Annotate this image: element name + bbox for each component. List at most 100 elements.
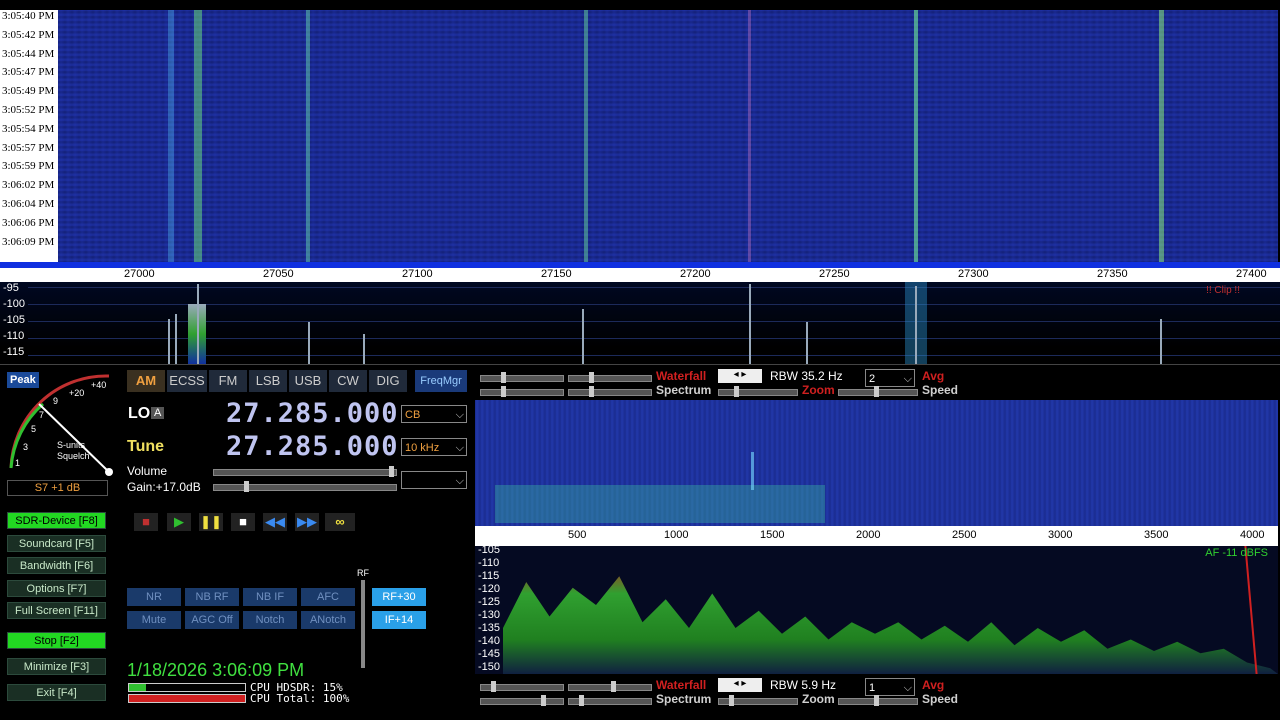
pause-button[interactable]: ❚❚ [199, 513, 223, 531]
exit-button[interactable]: Exit [F4] [7, 684, 106, 701]
af-waterfall-scroll-buttons[interactable]: ◂ ▸ [718, 678, 762, 692]
rf-gain-slider[interactable] [361, 580, 365, 668]
mode-ecss-button[interactable]: ECSS [167, 370, 207, 392]
af-db-label: -130 [478, 609, 501, 621]
lo-badge[interactable]: A [151, 407, 165, 419]
loop-button[interactable]: ∞ [325, 513, 355, 531]
waterfall-slider-2[interactable] [568, 372, 652, 383]
rf-gain-button[interactable]: RF+30 [372, 588, 426, 606]
notch-button[interactable]: Notch [243, 611, 297, 629]
frequency-tick: 27200 [680, 268, 711, 280]
waterfall-slider-1[interactable] [480, 372, 564, 383]
band-dropdown[interactable]: CB ⌵ [401, 405, 467, 423]
spectrum-slider-2[interactable] [568, 386, 652, 397]
agc-dropdown[interactable]: ⌵ [401, 471, 467, 489]
af-spectrum[interactable]: AF -11 dBFS -105 -110 -115 -120 -125 -130 -135… [475, 544, 1278, 674]
mode-dig-button[interactable]: DIG [369, 370, 407, 392]
nb-rf-button[interactable]: NB RF [185, 588, 239, 606]
frequency-tick: 27050 [263, 268, 294, 280]
rbw-label: RBW 35.2 Hz [770, 369, 843, 383]
agc-button[interactable]: AGC Off [185, 611, 239, 629]
cpu-total-bar [128, 694, 246, 703]
nb-if-button[interactable]: NB IF [243, 588, 297, 606]
gain-slider[interactable] [213, 481, 397, 492]
afc-button[interactable]: AFC [301, 588, 355, 606]
freqmgr-button[interactable]: FreqMgr [415, 370, 467, 392]
af-frequency-tick: 3500 [1144, 529, 1169, 541]
time-label: 3:06:06 PM [2, 216, 55, 229]
rf-label: RF [357, 568, 369, 578]
af-spectrum-slider-2[interactable] [568, 695, 652, 706]
full-screen-button[interactable]: Full Screen [F11] [7, 602, 106, 619]
nr-button[interactable]: NR [127, 588, 181, 606]
speed-slider[interactable] [838, 386, 918, 397]
mute-button[interactable]: Mute [127, 611, 181, 629]
mode-am-button[interactable]: AM [127, 370, 165, 392]
zoom-label: Zoom [802, 383, 835, 397]
af-waterfall-label: Waterfall [656, 678, 707, 692]
db-label: -115 [3, 346, 25, 358]
record-button[interactable]: ■ [134, 513, 158, 531]
play-button[interactable]: ▶ [167, 513, 191, 531]
af-speed-label: Speed [922, 692, 959, 706]
signal-trace [748, 10, 751, 262]
af-spectrum-label: Spectrum [656, 692, 712, 706]
pause-icon: ❚❚ [200, 514, 222, 529]
minimize-button[interactable]: Minimize [F3] [7, 658, 106, 675]
loop-icon: ∞ [335, 514, 345, 529]
rf-waterfall[interactable] [58, 10, 1278, 262]
frequency-tick: 27250 [819, 268, 850, 280]
zoom-slider[interactable] [718, 386, 798, 397]
af-waterfall[interactable] [475, 400, 1278, 526]
af-db-label: -105 [478, 544, 501, 556]
spectrum-slider-1[interactable] [480, 386, 564, 397]
af-spectrum-slider-1[interactable] [480, 695, 564, 706]
tune-frequency[interactable]: 27.285.000 [226, 431, 399, 462]
step-value: 10 kHz [405, 442, 440, 454]
rf-frequency-scale[interactable]: 27000 27050 27100 27150 27200 27250 27300 27350… [0, 262, 1280, 282]
af-frequency-tick: 2500 [952, 529, 977, 541]
time-label: 3:05:42 PM [2, 28, 55, 41]
step-dropdown[interactable]: 10 kHz ⌵ [401, 438, 467, 456]
af-level: AF -11 dBFS [1205, 547, 1268, 559]
options-button[interactable]: Options [F7] [7, 580, 106, 597]
time-label: 3:05:59 PM [2, 160, 55, 173]
volume-slider[interactable] [213, 466, 397, 477]
stop-button[interactable]: Stop [F2] [7, 632, 106, 649]
waterfall-scroll-buttons[interactable]: ◂ ▸ [718, 369, 762, 383]
anotch-button[interactable]: ANotch [301, 611, 355, 629]
signal-trace [194, 10, 202, 262]
af-zoom-label: Zoom [802, 692, 835, 706]
forward-button[interactable]: ▶▶ [295, 513, 319, 531]
speed-label: Speed [922, 383, 959, 397]
af-waterfall-slider-1[interactable] [480, 681, 564, 692]
af-db-label: -115 [478, 570, 500, 582]
af-waterfall-slider-2[interactable] [568, 681, 652, 692]
rf-spectrum[interactable]: !! Clip !! -95 -100 -105 -110 -115 [0, 282, 1280, 365]
sdr-device-button[interactable]: SDR-Device [F8] [7, 512, 106, 529]
lo-frequency[interactable]: 27.285.000 [226, 398, 399, 429]
mode-cw-button[interactable]: CW [329, 370, 367, 392]
chevron-down-icon: ⌵ [903, 682, 912, 694]
avg-dropdown[interactable]: 2 ⌵ [865, 369, 915, 387]
if-gain-button[interactable]: IF+14 [372, 611, 426, 629]
rewind-button[interactable]: ◀◀ [263, 513, 287, 531]
af-frequency-tick: 3000 [1048, 529, 1073, 541]
af-zoom-slider[interactable] [718, 695, 798, 706]
frequency-tick: 27150 [541, 268, 572, 280]
mode-lsb-button[interactable]: LSB [249, 370, 287, 392]
frequency-tick: 27000 [124, 268, 155, 280]
af-speed-slider[interactable] [838, 695, 918, 706]
frequency-tick: 27100 [402, 268, 433, 280]
mode-fm-button[interactable]: FM [209, 370, 247, 392]
signal-trace [168, 10, 174, 262]
af-avg-dropdown[interactable]: 1 ⌵ [865, 678, 915, 696]
s-units-label: S-units [57, 440, 86, 450]
stop-playback-button[interactable]: ■ [231, 513, 255, 531]
af-rbw-label: RBW 5.9 Hz [770, 678, 837, 692]
gain-label: Gain:+17.0dB [127, 480, 201, 494]
soundcard-button[interactable]: Soundcard [F5] [7, 535, 106, 552]
mode-usb-button[interactable]: USB [289, 370, 327, 392]
bandwidth-button[interactable]: Bandwidth [F6] [7, 557, 106, 574]
af-db-label: -125 [478, 596, 501, 608]
